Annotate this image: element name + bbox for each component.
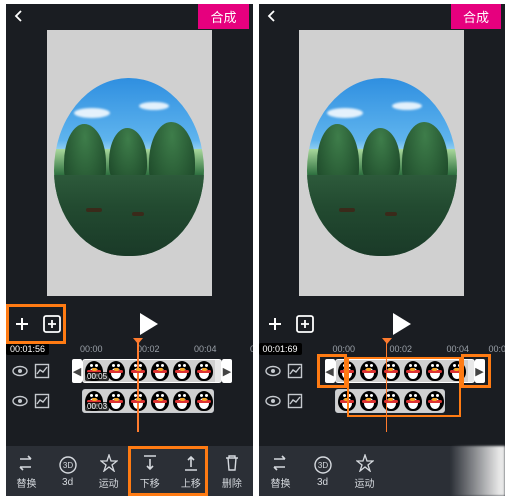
visibility-icon[interactable] [12,393,28,409]
canvas[interactable] [299,30,464,296]
add-media-icon[interactable] [291,310,319,338]
tool-motion[interactable]: 运动 [91,453,127,490]
playhead[interactable] [386,342,388,432]
star-icon [356,453,374,473]
swap-icon [17,453,37,473]
clip-handle-left[interactable]: ◀ [72,359,82,383]
back-icon[interactable] [263,7,281,25]
tool-motion[interactable]: 运动 [347,453,383,490]
tool-delete[interactable]: 删除 [214,453,250,490]
editor-screen-right: 合成 [259,4,506,496]
clip-strip-2[interactable]: 00:03 [82,389,214,413]
add-track-plus-icon[interactable] [261,310,289,338]
clip-handle-right[interactable]: ▶ [475,359,485,383]
current-time-badge: 00:01:69 [259,343,302,355]
star-icon [100,453,118,473]
clip-handle-left[interactable]: ◀ [325,359,335,383]
bottom-toolbar: 替换 3D 3d 运动 下移 上移 删除 [6,446,253,496]
clip-strip-1[interactable] [335,359,475,383]
track-row-2: 00:03 [6,388,253,414]
compose-button[interactable]: 合成 [198,4,248,29]
masked-image [54,66,204,261]
masked-image [307,66,457,261]
clip-strip-2[interactable] [335,389,445,413]
editor-screen-left: 合成 [6,4,253,496]
visibility-icon[interactable] [265,363,281,379]
tool-move-down[interactable]: 下移 [132,453,168,490]
keyframe-icon[interactable] [287,363,303,379]
keyframe-icon[interactable] [34,393,50,409]
visibility-icon[interactable] [12,363,28,379]
fade-overlay [450,446,505,496]
add-track-plus-icon[interactable] [8,310,36,338]
track-row-1: ◀ ▶ [259,358,506,384]
move-down-icon [142,453,158,473]
tool-move-up[interactable]: 上移 [173,453,209,490]
swap-icon [271,453,291,473]
move-up-icon [183,453,199,473]
tool-3d[interactable]: 3D 3d [50,455,86,488]
keyframe-icon[interactable] [34,363,50,379]
trash-icon [224,453,240,473]
keyframe-icon[interactable] [287,393,303,409]
back-icon[interactable] [10,7,28,25]
3d-icon: 3D [58,455,78,475]
add-media-icon[interactable] [38,310,66,338]
track-row-1: ◀ 00:05 ▶ [6,358,253,384]
playhead[interactable] [137,342,139,432]
compose-button[interactable]: 合成 [451,4,501,29]
clip-strip-1[interactable]: 00:05 [82,359,222,383]
visibility-icon[interactable] [265,393,281,409]
play-button[interactable] [385,307,419,341]
canvas[interactable] [47,30,212,296]
svg-text:3D: 3D [317,461,327,470]
track-row-2 [259,388,506,414]
tool-3d[interactable]: 3D 3d [305,455,341,488]
tool-replace[interactable]: 替换 [9,453,45,490]
3d-icon: 3D [313,455,333,475]
play-button[interactable] [132,307,166,341]
clip-handle-right[interactable]: ▶ [222,359,232,383]
current-time-badge: 00:01:56 [6,343,49,355]
tool-replace[interactable]: 替换 [263,453,299,490]
svg-text:3D: 3D [62,461,72,470]
